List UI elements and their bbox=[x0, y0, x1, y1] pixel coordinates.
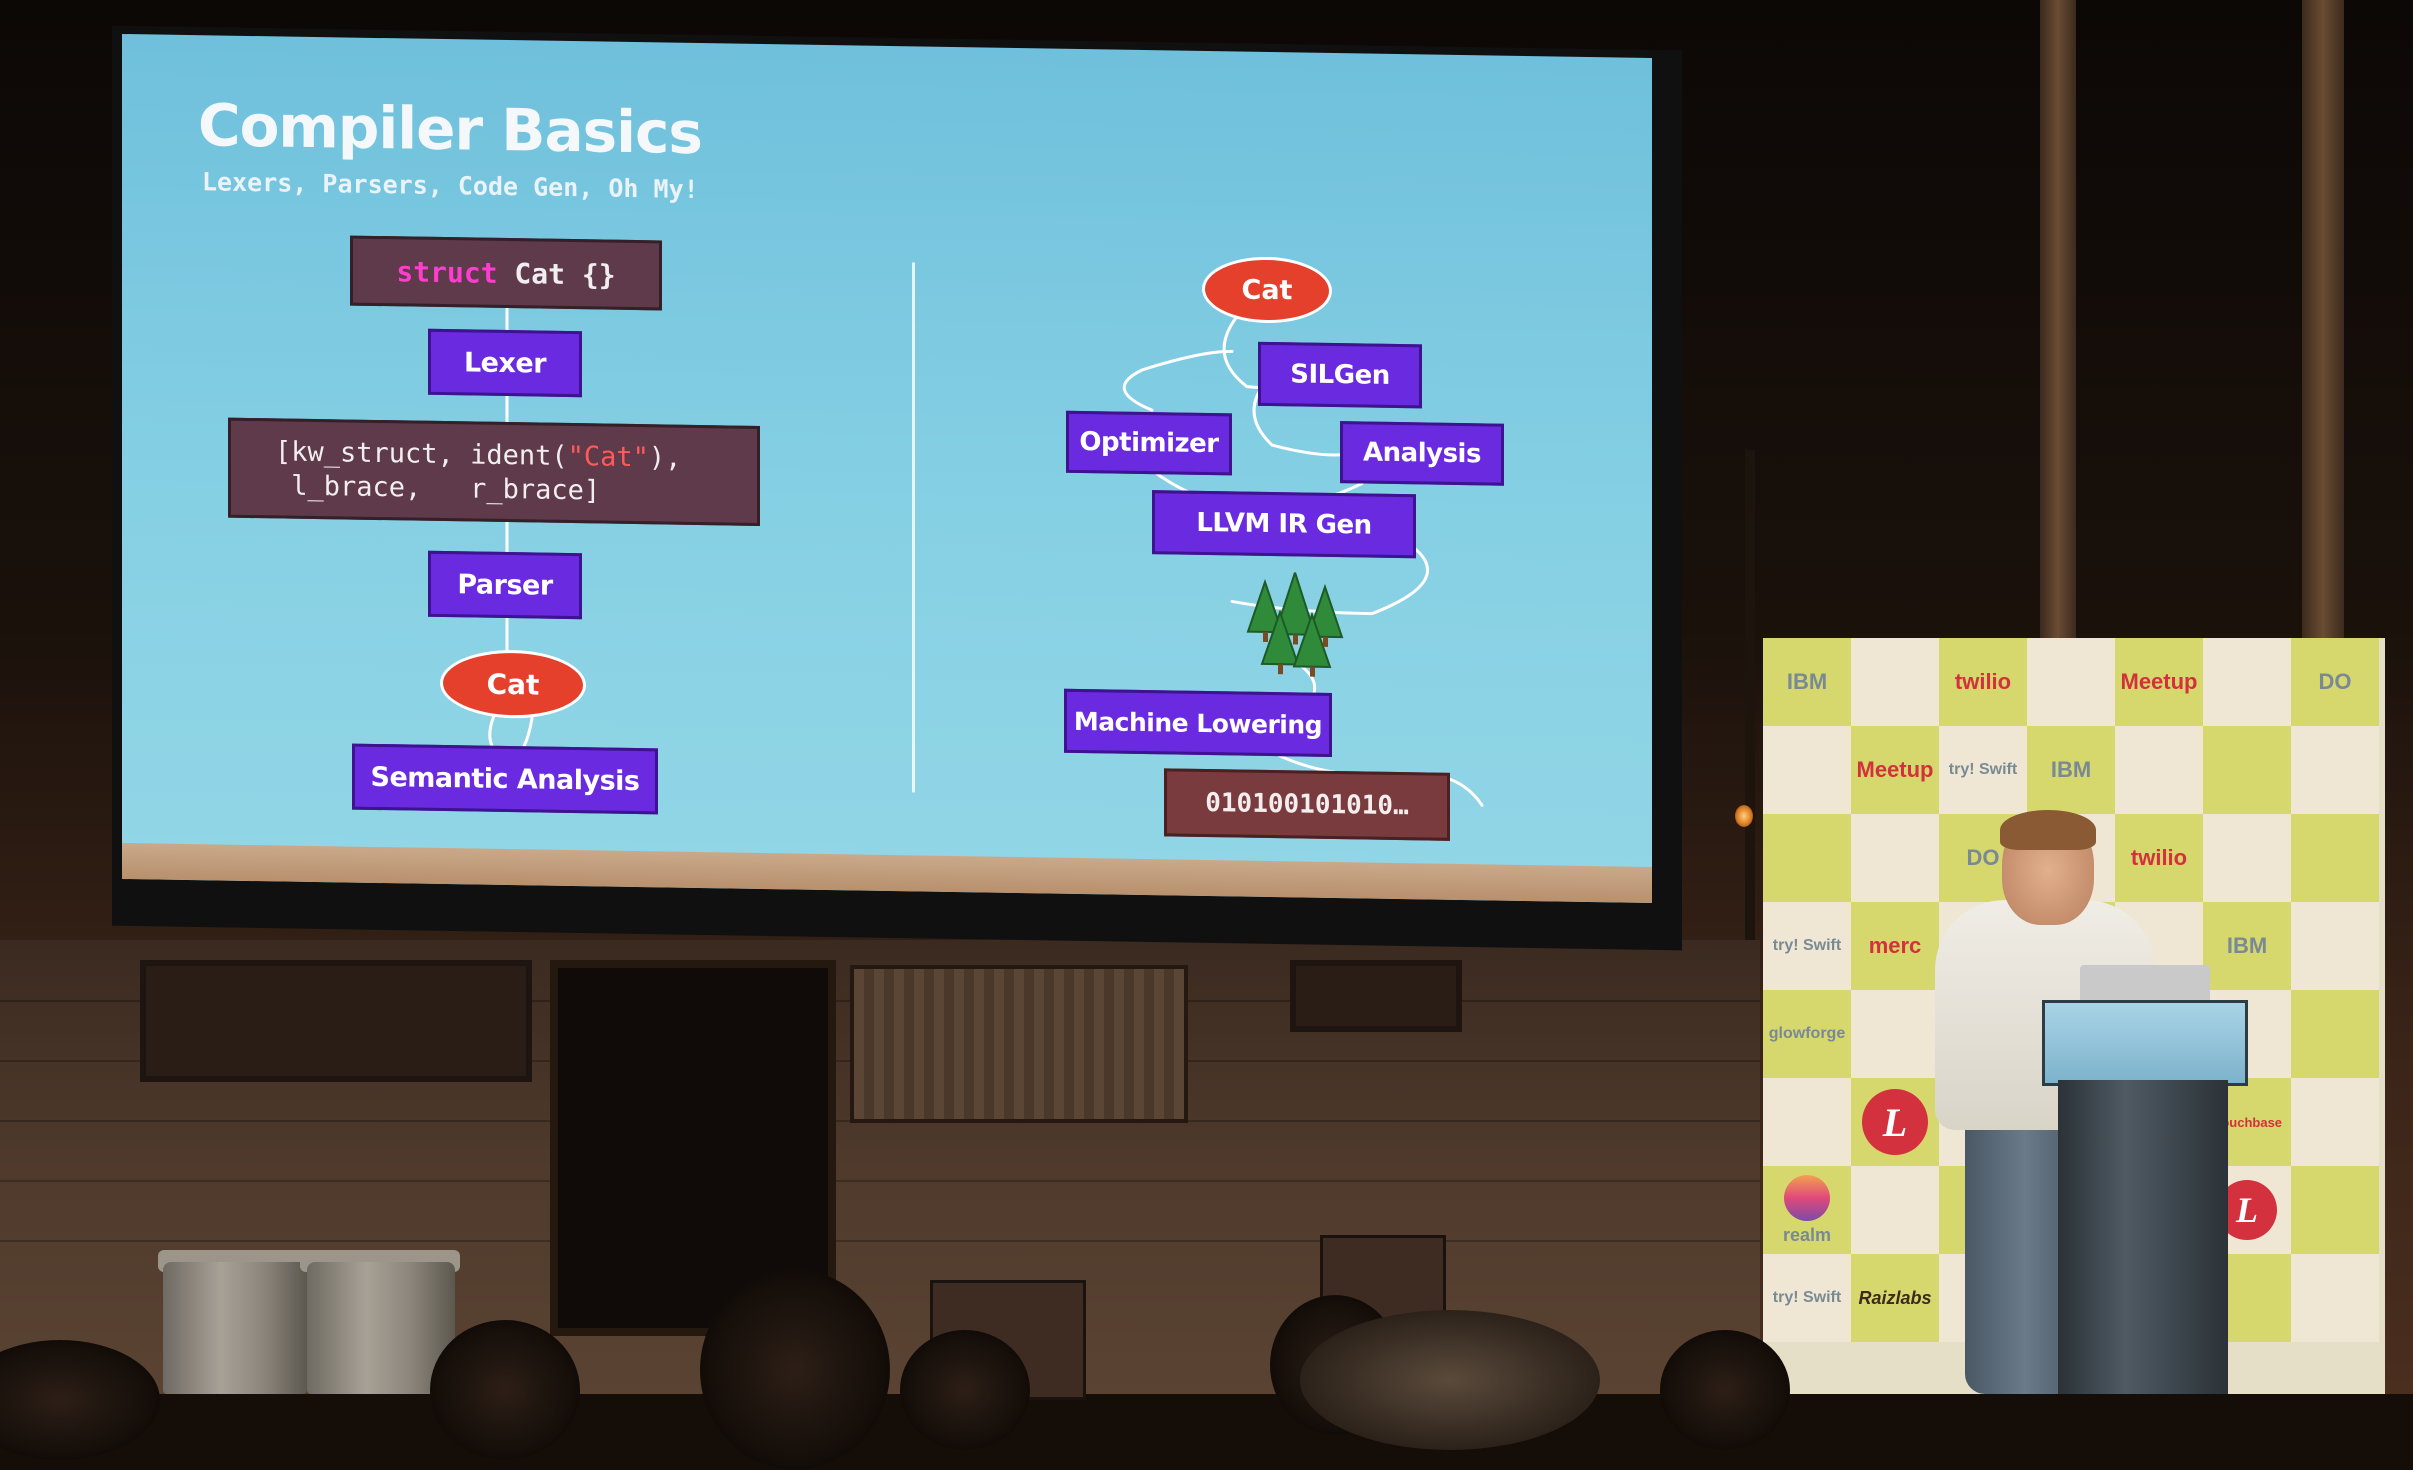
sponsor-tile: IBM bbox=[2027, 726, 2115, 814]
sponsor-glowforge: glowforge bbox=[1768, 1025, 1846, 1042]
sponsor-tile: DO bbox=[2291, 638, 2379, 726]
sponsor-tile: IBM bbox=[1763, 638, 1851, 726]
sponsor-tile: Raizlabs bbox=[1851, 1254, 1939, 1342]
realm-icon bbox=[1783, 1174, 1830, 1221]
sponsor-tile bbox=[2291, 902, 2379, 990]
sponsor-tile: merc bbox=[1851, 902, 1939, 990]
sponsor-realm: realm bbox=[1782, 1224, 1832, 1245]
sponsor-tile bbox=[2203, 814, 2291, 902]
sponsor-tile: twilio bbox=[1939, 638, 2027, 726]
slide-divider bbox=[912, 262, 915, 793]
source-code-box: struct Cat {} bbox=[350, 235, 662, 311]
l-logo-text: L bbox=[2236, 1190, 2258, 1230]
sponsor-tile bbox=[1851, 638, 1939, 726]
sponsor-tile bbox=[1851, 1166, 1939, 1254]
sponsor-ibm: IBM bbox=[1786, 669, 1828, 694]
sponsor-tile: twilio bbox=[2115, 814, 2203, 902]
sponsor-do: DO bbox=[1966, 845, 2000, 870]
building-window bbox=[1290, 960, 1462, 1032]
sponsor-tile bbox=[2291, 1078, 2379, 1166]
sponsor-tile bbox=[2291, 814, 2379, 902]
sponsor-tile bbox=[2291, 990, 2379, 1078]
sponsor-tile bbox=[1851, 814, 1939, 902]
sponsor-tile bbox=[1851, 990, 1939, 1078]
sponsor-twilio: twilio bbox=[2130, 845, 2188, 870]
sponsor-ibm: IBM bbox=[2050, 757, 2092, 782]
realm-logo: realm bbox=[1782, 1174, 1832, 1246]
sponsor-tile bbox=[1763, 726, 1851, 814]
sponsor-tile bbox=[1763, 1078, 1851, 1166]
sponsor-tryswift: try! Swift bbox=[1948, 761, 2018, 778]
trash-can bbox=[163, 1262, 307, 1394]
brick-line bbox=[0, 1180, 1760, 1182]
sponsor-tryswift: try! Swift bbox=[1772, 937, 1842, 954]
podium-body bbox=[2058, 1080, 2228, 1394]
brick-line bbox=[0, 1240, 1760, 1242]
sponsor-tile: try! Swift bbox=[1939, 726, 2027, 814]
speaker-hair bbox=[2000, 810, 2096, 850]
sponsor-meetup: Meetup bbox=[2120, 669, 2198, 694]
sponsor-tile: Meetup bbox=[2115, 638, 2203, 726]
sponsor-tile: realm bbox=[1763, 1166, 1851, 1254]
sponsor-do: DO bbox=[2318, 669, 2352, 694]
sponsor-meetup: Meetup bbox=[1856, 757, 1934, 782]
sponsor-tile bbox=[2027, 638, 2115, 726]
l-logo-icon: L bbox=[1862, 1089, 1928, 1155]
sponsor-tile bbox=[2203, 726, 2291, 814]
audience-head bbox=[700, 1270, 890, 1470]
projector-screen: Compiler Basics Lexers, Parsers, Code Ge… bbox=[122, 33, 1652, 904]
window-shutter bbox=[850, 965, 1188, 1123]
token-string: "Cat" bbox=[567, 440, 649, 474]
struct-keyword: struct bbox=[396, 254, 498, 290]
optimizer-stage: Optimizer bbox=[1066, 410, 1232, 476]
sponsor-tile bbox=[2115, 726, 2203, 814]
machine-code-box: 010100101010… bbox=[1164, 768, 1450, 841]
pole-left bbox=[2040, 0, 2076, 640]
tree-icon bbox=[1246, 571, 1344, 677]
podium-top bbox=[2042, 1000, 2248, 1086]
token-line-1-b: ), bbox=[648, 442, 682, 474]
token-list-box: [kw_struct, ident("Cat"), l_brace, r_bra… bbox=[228, 417, 760, 527]
building-window bbox=[140, 960, 532, 1082]
semantic-analysis-stage: Semantic Analysis bbox=[352, 743, 658, 815]
sponsor-tile bbox=[2291, 726, 2379, 814]
audience-head bbox=[900, 1330, 1030, 1450]
source-rest: Cat {} bbox=[497, 256, 616, 292]
sponsor-tile: try! Swift bbox=[1763, 902, 1851, 990]
audience-head bbox=[1660, 1330, 1790, 1450]
l-logo-text: L bbox=[1882, 1099, 1908, 1145]
token-line-2: l_brace, r_brace] bbox=[275, 470, 601, 507]
lexer-stage: Lexer bbox=[428, 328, 582, 398]
token-line-1-a: [kw_struct, ident( bbox=[275, 436, 568, 472]
sponsor-tile: IBM bbox=[2203, 902, 2291, 990]
analysis-stage: Analysis bbox=[1340, 421, 1504, 486]
sponsor-tile: L bbox=[1851, 1078, 1939, 1166]
sponsor-tryswift: try! Swift bbox=[1772, 1289, 1842, 1306]
wall-lamp bbox=[1735, 805, 1753, 827]
sponsor-tile: Meetup bbox=[1851, 726, 1939, 814]
llvm-ir-gen-stage: LLVM IR Gen bbox=[1152, 490, 1416, 559]
machine-lowering-stage: Machine Lowering bbox=[1064, 688, 1332, 757]
sponsor-merc: merc bbox=[1868, 933, 1922, 958]
sponsor-tile bbox=[2291, 1254, 2379, 1342]
sponsor-twilio: twilio bbox=[1954, 669, 2012, 694]
laptop bbox=[2080, 965, 2210, 1003]
audience-head bbox=[430, 1320, 580, 1460]
audience-head bbox=[1300, 1310, 1600, 1450]
silgen-stage: SILGen bbox=[1258, 341, 1422, 409]
parser-stage: Parser bbox=[428, 550, 582, 620]
sponsor-tile: glowforge bbox=[1763, 990, 1851, 1078]
sponsor-tile bbox=[2291, 1166, 2379, 1254]
sponsor-raizlabs: Raizlabs bbox=[1858, 1287, 1932, 1308]
sponsor-tile bbox=[2203, 638, 2291, 726]
sponsor-tile: try! Swift bbox=[1763, 1254, 1851, 1342]
sponsor-tile bbox=[1763, 814, 1851, 902]
sponsor-ibm: IBM bbox=[2226, 933, 2268, 958]
